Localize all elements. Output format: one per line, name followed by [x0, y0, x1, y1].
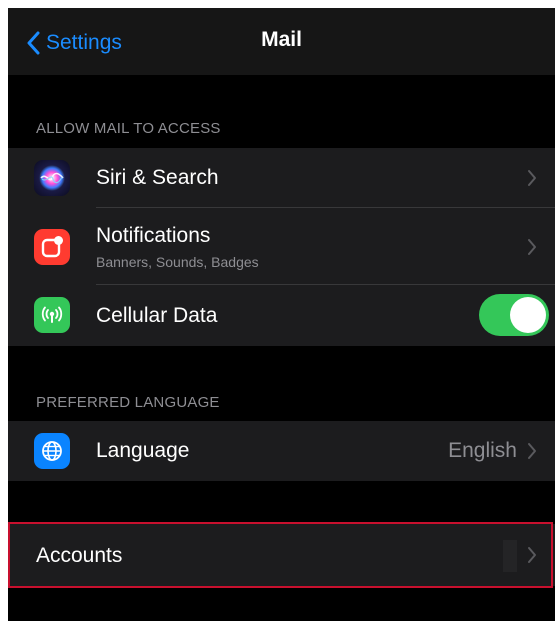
notifications-icon: [34, 229, 70, 265]
accounts-row[interactable]: Accounts: [8, 524, 555, 586]
language-label: Language: [96, 439, 190, 462]
cellular-data-toggle[interactable]: [479, 294, 549, 336]
globe-icon: [34, 433, 70, 469]
siri-search-label: Siri & Search: [96, 166, 219, 189]
cellular-data-row: Cellular Data: [8, 285, 555, 346]
allow-access-group: Siri & Search Notifications Banners, Sou…: [8, 148, 555, 346]
siri-icon: [34, 160, 70, 196]
cellular-data-label: Cellular Data: [96, 304, 218, 327]
page-title: Mail: [261, 28, 302, 51]
section-header-preferred-language: PREFERRED LANGUAGE: [36, 394, 220, 411]
accounts-group: Accounts: [8, 524, 555, 586]
notifications-sublabel: Banners, Sounds, Badges: [96, 254, 259, 270]
chevron-right-icon: [528, 239, 536, 255]
accounts-label: Accounts: [36, 544, 123, 567]
chevron-right-icon: [528, 443, 536, 459]
navigation-bar: Settings Mail: [8, 8, 555, 75]
section-header-allow-access: ALLOW MAIL TO ACCESS: [36, 120, 221, 137]
chevron-right-icon: [528, 547, 536, 563]
siri-search-row[interactable]: Siri & Search: [8, 148, 555, 208]
toggle-knob: [510, 297, 546, 333]
notifications-row[interactable]: Notifications Banners, Sounds, Badges: [8, 208, 555, 285]
redacted-value: [503, 540, 517, 572]
notifications-label: Notifications: [96, 224, 211, 247]
preferred-language-group: Language English: [8, 421, 555, 481]
language-value: English: [448, 439, 517, 462]
mail-settings-screen: Settings Mail ALLOW MAIL TO ACCESS Siri …: [8, 8, 555, 621]
cellular-icon: [34, 297, 70, 333]
language-row[interactable]: Language English: [8, 421, 555, 481]
chevron-right-icon: [528, 170, 536, 186]
